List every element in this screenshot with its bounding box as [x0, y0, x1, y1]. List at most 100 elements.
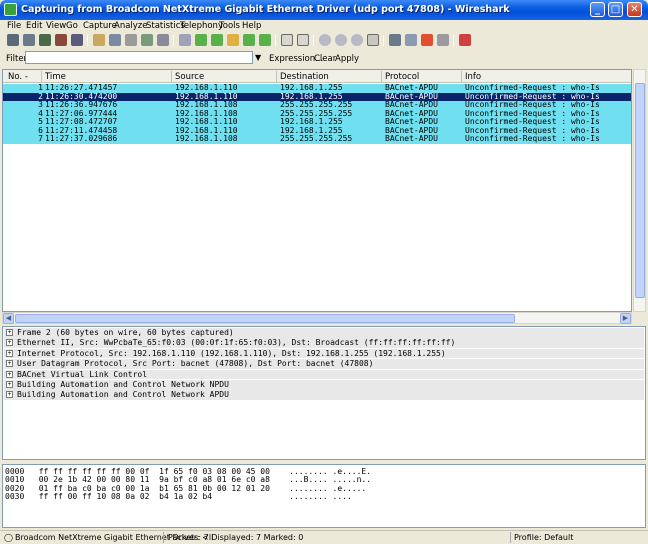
detail-tree-label: Building Automation and Control Network …: [17, 380, 229, 389]
menu-capture[interactable]: Capture: [83, 21, 117, 31]
main-toolbar: [2, 34, 646, 48]
expand-icon[interactable]: +: [6, 381, 13, 388]
detail-tree-item[interactable]: + Frame 2 (60 bytes on wire, 60 bytes cap…: [4, 328, 644, 338]
window-title: Capturing from Broadcom NetXtreme Gigabi…: [21, 4, 510, 15]
title-bar: Capturing from Broadcom NetXtreme Gigabi…: [0, 0, 648, 20]
wireshark-app-icon: [4, 3, 17, 16]
print-icon[interactable]: [157, 34, 169, 46]
expand-icon[interactable]: +: [6, 349, 13, 357]
filter-toolbar: Filter: ▼ Expression... Clear Apply: [0, 50, 648, 66]
packet-details-pane: + Frame 2 (60 bytes on wire, 60 bytes cap…: [2, 326, 646, 460]
column-header-destination[interactable]: Destination: [280, 72, 329, 82]
detail-tree-item[interactable]: + Internet Protocol, Src: 192.168.1.110 (…: [4, 348, 644, 359]
restart-capture-icon[interactable]: [71, 34, 83, 46]
zoom-out-icon[interactable]: [335, 34, 347, 46]
toolbar-separator: [275, 35, 276, 46]
expand-icon[interactable]: +: [6, 329, 13, 336]
go-to-packet-icon[interactable]: [227, 34, 239, 46]
expand-icon[interactable]: +: [6, 391, 13, 399]
expand-icon[interactable]: +: [6, 339, 13, 347]
scroll-left-arrow-icon[interactable]: ◀: [3, 313, 14, 324]
minimize-button[interactable]: _: [590, 2, 605, 17]
capture-status-icon: ◯: [4, 533, 13, 542]
capture-filters-icon[interactable]: [389, 34, 401, 46]
column-header-no[interactable]: No. -: [8, 72, 28, 82]
scroll-right-arrow-icon[interactable]: ▶: [620, 313, 631, 324]
go-last-icon[interactable]: [259, 34, 271, 46]
clear-button[interactable]: Clear: [314, 54, 336, 64]
expand-icon[interactable]: +: [6, 360, 13, 368]
start-capture-icon[interactable]: [39, 34, 51, 46]
scrollbar-thumb[interactable]: [15, 314, 515, 323]
packet-list: No. - Time Source Destination Protocol I…: [2, 69, 632, 312]
expand-icon[interactable]: +: [6, 370, 13, 378]
column-header-info[interactable]: Info: [465, 72, 481, 82]
packet-cell-src: 192.168.1.108: [175, 134, 238, 143]
scrollbar-thumb[interactable]: [635, 83, 645, 298]
column-header-time[interactable]: Time: [45, 72, 66, 82]
apply-button[interactable]: Apply: [335, 54, 359, 64]
go-first-icon[interactable]: [243, 34, 255, 46]
menu-analyze[interactable]: Analyze: [114, 21, 148, 31]
packet-bytes-pane: 0000 ff ff ff ff ff ff 00 0f 1f 65 f0 03…: [2, 464, 646, 528]
menu-bar: File Edit View Go Capture Analyze Statis…: [0, 20, 648, 34]
menu-tools[interactable]: Tools: [219, 21, 240, 31]
menu-file[interactable]: File: [7, 21, 21, 31]
open-file-icon[interactable]: [93, 34, 105, 46]
maximize-button[interactable]: □: [608, 2, 623, 17]
coloring-rules-icon[interactable]: [421, 34, 433, 46]
interface-list-icon[interactable]: [7, 34, 19, 46]
capture-options-icon[interactable]: [23, 34, 35, 46]
zoom-normal-icon[interactable]: [351, 34, 363, 46]
column-header-protocol[interactable]: Protocol: [385, 72, 419, 82]
preferences-icon[interactable]: [437, 34, 449, 46]
toolbar-separator: [453, 35, 454, 46]
detail-tree-item[interactable]: + Ethernet II, Src: WwPcbaTe_65:f0:03 (00…: [4, 338, 644, 348]
detail-tree-item[interactable]: + User Datagram Protocol, Src Port: bacne…: [4, 359, 644, 369]
find-icon[interactable]: [179, 34, 191, 46]
packet-cell-dst: 255.255.255.255: [280, 134, 353, 143]
column-header-source[interactable]: Source: [175, 72, 204, 82]
hex-dump-line[interactable]: 0030 ff ff 00 ff 10 08 0a 02 b4 1a 02 b4…: [5, 492, 352, 501]
packet-row[interactable]: 7 11:27:37.029686 192.168.1.108 255.255.255…: [3, 134, 631, 144]
filter-input[interactable]: [25, 51, 253, 64]
close-file-icon[interactable]: [125, 34, 137, 46]
packet-list-header: No. - Time Source Destination Protocol I…: [3, 70, 631, 83]
menu-help[interactable]: Help: [242, 21, 261, 31]
zoom-in-icon[interactable]: [319, 34, 331, 46]
packet-cell-time: 11:27:37.029686: [45, 134, 118, 143]
detail-tree-label: Building Automation and Control Network …: [17, 390, 229, 400]
resize-columns-icon[interactable]: [367, 34, 379, 46]
save-file-icon[interactable]: [109, 34, 121, 46]
packet-cell-info: Unconfirmed-Request : who-Is: [465, 134, 600, 143]
auto-scroll-icon[interactable]: [297, 34, 309, 46]
status-bar: ◯ Broadcom NetXtreme Gigabit Ethernet Dr…: [0, 530, 648, 544]
go-back-icon[interactable]: [195, 34, 207, 46]
colorize-icon[interactable]: [281, 34, 293, 46]
display-filters-icon[interactable]: [405, 34, 417, 46]
close-button[interactable]: ✕: [627, 2, 642, 17]
status-profile[interactable]: Profile: Default: [514, 533, 573, 542]
detail-tree-label: User Datagram Protocol, Src Port: bacnet…: [17, 359, 374, 369]
detail-tree-item[interactable]: + Building Automation and Control Network…: [4, 390, 644, 400]
stop-capture-icon[interactable]: [55, 34, 67, 46]
help-icon[interactable]: [459, 34, 471, 46]
menu-edit[interactable]: Edit: [26, 21, 42, 31]
detail-tree-label: Frame 2 (60 bytes on wire, 60 bytes capt…: [17, 328, 234, 337]
packet-list-vertical-scrollbar[interactable]: [633, 69, 646, 312]
toolbar-separator: [383, 35, 384, 46]
menu-view[interactable]: View: [46, 21, 66, 31]
menu-telephony[interactable]: Telephony: [180, 21, 223, 31]
go-forward-icon[interactable]: [211, 34, 223, 46]
filter-dropdown-icon[interactable]: ▼: [255, 53, 261, 62]
toolbar-separator: [87, 35, 88, 46]
detail-tree-label: Internet Protocol, Src: 192.168.1.110 (1…: [17, 348, 446, 358]
menu-go[interactable]: Go: [66, 21, 78, 31]
packet-list-horizontal-scrollbar[interactable]: ◀ ▶: [2, 312, 632, 324]
toolbar-separator: [313, 35, 314, 46]
reload-icon[interactable]: [141, 34, 153, 46]
detail-tree-item[interactable]: + BACnet Virtual Link Control: [4, 369, 644, 380]
detail-tree-label: Ethernet II, Src: WwPcbaTe_65:f0:03 (00:…: [17, 338, 456, 348]
detail-tree-label: BACnet Virtual Link Control: [17, 369, 148, 379]
detail-tree-item[interactable]: + Building Automation and Control Network…: [4, 380, 644, 390]
